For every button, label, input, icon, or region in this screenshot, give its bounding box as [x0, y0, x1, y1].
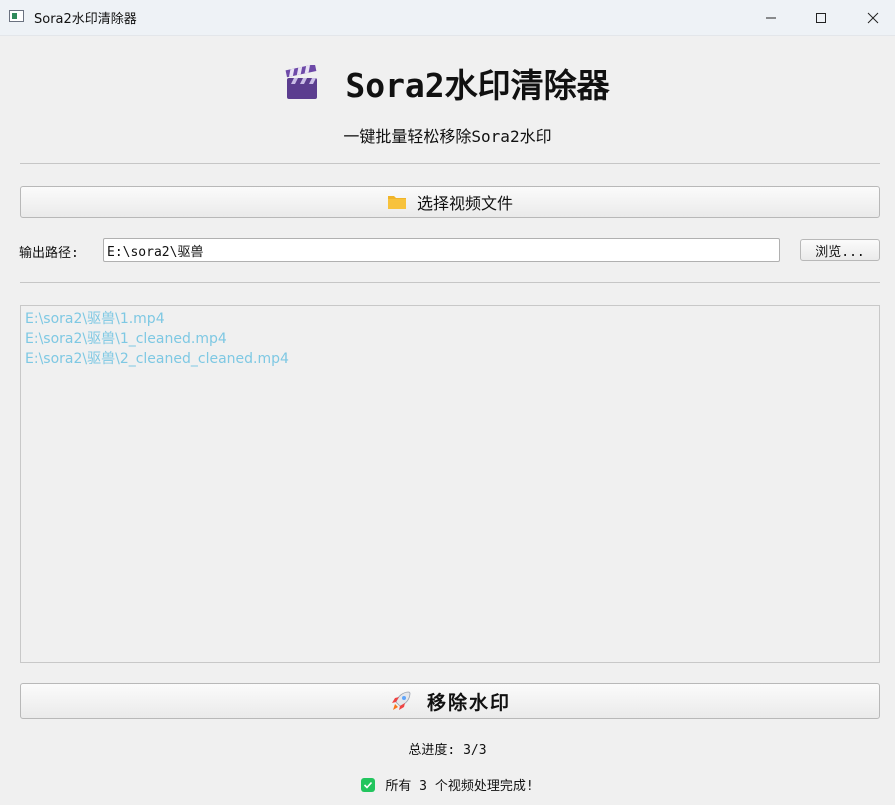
list-item[interactable]: E:\sora2\驱兽\1.mp4: [25, 309, 875, 329]
header: Sora2水印清除器: [0, 58, 895, 108]
list-item[interactable]: E:\sora2\驱兽\1_cleaned.mp4: [25, 329, 875, 349]
select-video-button[interactable]: 选择视频文件: [20, 186, 880, 218]
rocket-icon: [391, 691, 411, 710]
minimize-icon: [766, 17, 776, 18]
progress-text: 总进度: 3/3: [408, 743, 487, 758]
divider: [20, 163, 880, 164]
minimize-button[interactable]: [748, 0, 794, 35]
title-bar: Sora2水印清除器: [0, 0, 895, 36]
check-icon: [361, 777, 376, 792]
select-video-label: 选择视频文件: [416, 194, 513, 213]
page-subtitle: 一键批量轻松移除Sora2水印: [343, 127, 552, 146]
divider: [20, 282, 880, 283]
file-list[interactable]: E:\sora2\驱兽\1.mp4 E:\sora2\驱兽\1_cleaned.…: [20, 305, 880, 663]
close-button[interactable]: [850, 0, 895, 35]
output-path-label: 输出路径:: [19, 246, 79, 261]
browse-label: 浏览...: [815, 244, 865, 260]
maximize-button[interactable]: [798, 0, 844, 35]
list-item[interactable]: E:\sora2\驱兽\2_cleaned_cleaned.mp4: [25, 349, 875, 369]
status-message: 所有 3 个视频处理完成!: [0, 775, 895, 794]
remove-watermark-label: 移除水印: [426, 691, 511, 714]
browse-button[interactable]: 浏览...: [800, 239, 880, 261]
clapperboard-icon: [285, 65, 318, 99]
folder-icon: [387, 196, 406, 209]
maximize-icon: [816, 12, 826, 23]
app-window-icon: [9, 10, 24, 22]
window-title: Sora2水印清除器: [34, 12, 137, 27]
close-icon: [867, 12, 879, 23]
output-path-input[interactable]: [103, 238, 780, 262]
page-title: Sora2水印清除器: [345, 66, 610, 105]
status-text: 所有 3 个视频处理完成!: [385, 779, 534, 794]
remove-watermark-button[interactable]: 移除水印: [20, 683, 880, 719]
